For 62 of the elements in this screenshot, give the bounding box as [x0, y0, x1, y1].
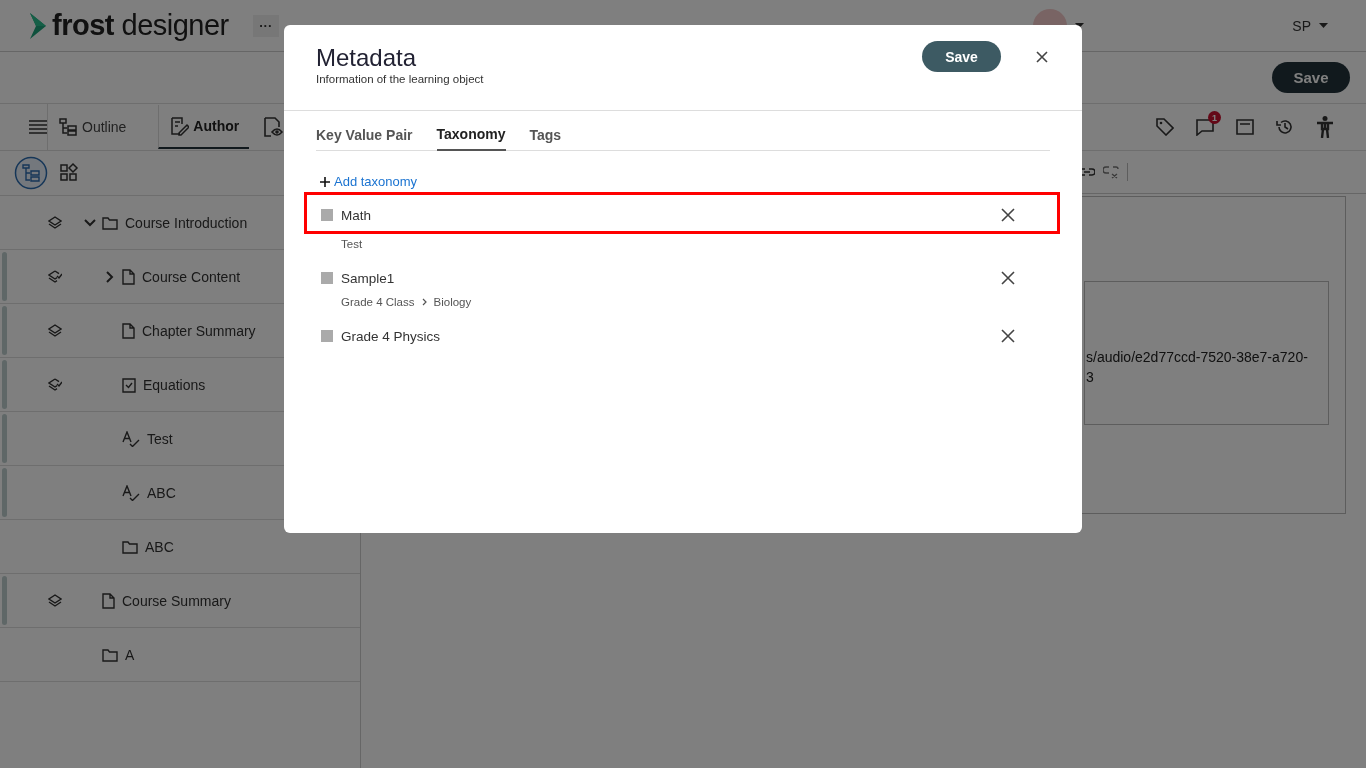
spellcheck-icon — [122, 430, 140, 447]
more-button[interactable]: ··· — [252, 14, 279, 37]
chevron-right-icon[interactable] — [106, 270, 114, 283]
logo-text: frost designer — [52, 9, 229, 42]
dialog-tab[interactable]: Tags — [529, 119, 562, 150]
chevron-down-icon[interactable] — [84, 218, 96, 227]
tree-item[interactable]: Course Content — [142, 268, 241, 285]
remove-icon[interactable] — [1001, 208, 1015, 222]
notification-badge: 1 — [1208, 111, 1221, 124]
square-icon — [321, 330, 333, 342]
save-button[interactable]: Save — [922, 41, 1001, 72]
tree-item[interactable]: ABC — [145, 538, 174, 555]
taxonomy-path-item: Test — [341, 238, 363, 250]
tree-item[interactable]: Chapter Summary — [142, 322, 256, 339]
dialog-tab[interactable]: Key Value Pair — [316, 119, 413, 150]
unlink-icon[interactable] — [1103, 165, 1119, 179]
page-icon — [122, 268, 135, 285]
remove-icon[interactable] — [1001, 271, 1015, 285]
dialog-title: Metadata — [316, 43, 418, 73]
taxonomy-name: Sample1 — [341, 270, 395, 286]
view-tab[interactable]: Outline — [47, 104, 137, 150]
tree-item[interactable]: Test — [147, 430, 173, 447]
taxonomy-name: Math — [341, 207, 371, 223]
taxonomy-name: Grade 4 Physics — [341, 328, 441, 344]
square-icon — [321, 272, 333, 284]
tree-item[interactable]: A — [125, 646, 135, 663]
edit-document-icon — [169, 116, 190, 136]
taxonomy-path-item: Biology — [433, 296, 472, 308]
tree-item[interactable]: ABC — [147, 484, 176, 501]
comment-icon[interactable] — [1196, 118, 1214, 136]
dialog-tab[interactable]: Taxonomy — [436, 119, 506, 151]
tree-item[interactable]: Course Summary — [122, 592, 231, 609]
preview-icon[interactable] — [263, 116, 284, 138]
tag-icon[interactable] — [1156, 118, 1174, 136]
plus-icon[interactable] — [320, 176, 330, 187]
remove-icon[interactable] — [1001, 329, 1015, 343]
spellcheck-icon — [122, 484, 140, 501]
tree-view-icon[interactable] — [14, 156, 48, 190]
dialog-subtitle: Information of the learning object — [316, 73, 485, 85]
audio-url-text: s/audio/e2d77ccd-7520-38e7-a720- — [1085, 348, 1309, 367]
outline-icon — [58, 117, 78, 137]
square-icon — [321, 209, 333, 221]
folder-icon — [102, 647, 118, 662]
tree-item[interactable]: Equations — [143, 376, 206, 393]
save-button[interactable]: Save — [1272, 62, 1350, 93]
folder-icon — [122, 539, 138, 554]
audio-url-text: 3 — [1085, 368, 1095, 387]
folder-icon — [102, 215, 118, 230]
add-taxonomy-link[interactable]: Add taxonomy — [334, 174, 418, 189]
menu-icon[interactable] — [29, 120, 47, 134]
view-tab[interactable]: Author — [158, 105, 250, 149]
accessibility-icon[interactable] — [1316, 116, 1334, 138]
page-icon — [102, 592, 115, 609]
page-icon — [122, 322, 135, 339]
history-icon[interactable] — [1276, 118, 1294, 136]
taxonomy-path-item: Grade 4 Class — [341, 296, 415, 308]
user-menu[interactable]: SP — [1292, 17, 1311, 34]
close-icon[interactable] — [1036, 51, 1048, 63]
tree-item[interactable]: Course Introduction — [125, 214, 248, 231]
clipboard-check-icon — [122, 376, 136, 393]
chevron-right-icon — [421, 298, 427, 306]
panel-icon[interactable] — [1236, 119, 1254, 135]
